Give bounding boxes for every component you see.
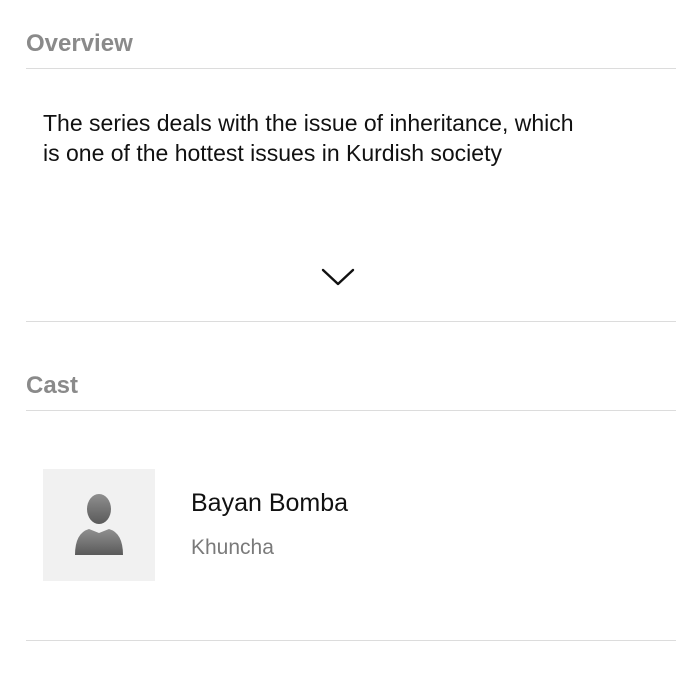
cast-member-name: Bayan Bomba: [191, 489, 349, 517]
chevron-down-icon: [321, 268, 355, 286]
divider: [26, 410, 676, 411]
divider: [26, 640, 676, 641]
overview-section-header: Overview: [26, 30, 133, 57]
divider: [26, 321, 676, 322]
cast-member-character: Khuncha: [191, 536, 274, 559]
expand-overview-button[interactable]: [318, 262, 358, 292]
divider: [26, 68, 676, 69]
overview-description: The series deals with the issue of inher…: [43, 110, 574, 166]
avatar: [43, 469, 155, 581]
cast-section-header: Cast: [26, 372, 79, 399]
cast-member-item[interactable]: Bayan Bomba Khuncha: [43, 469, 643, 581]
person-placeholder-icon: [75, 494, 123, 555]
